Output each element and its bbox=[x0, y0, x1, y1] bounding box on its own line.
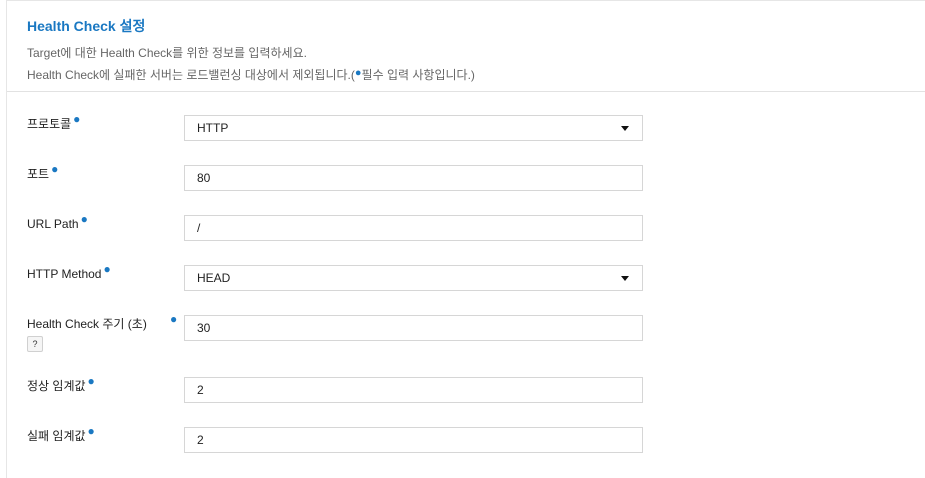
healthy-threshold-input[interactable]: 2 bbox=[184, 377, 643, 403]
interval-label: Health Check 주기 (초) ? bbox=[27, 316, 182, 352]
healthy-threshold-label: 정상 임계값 ● bbox=[27, 374, 95, 393]
required-marker: ● bbox=[80, 212, 88, 226]
required-marker: ● bbox=[170, 312, 178, 326]
required-marker: ● bbox=[87, 374, 95, 388]
url-path-label: URL Path ● bbox=[27, 212, 88, 231]
required-marker: ● bbox=[73, 112, 81, 126]
section-header: Health Check 설정 Target에 대한 Health Check를… bbox=[7, 1, 925, 92]
protocol-label: 프로토콜 ● bbox=[27, 112, 81, 131]
port-label: 포트 ● bbox=[27, 162, 59, 181]
unhealthy-threshold-label: 실패 임계값 ● bbox=[27, 424, 95, 443]
protocol-select[interactable]: HTTP bbox=[184, 115, 643, 141]
required-dot-icon: ● bbox=[354, 67, 362, 79]
required-marker: ● bbox=[87, 424, 95, 438]
description-line-2-text: Health Check에 실패한 서버는 로드밸런싱 대상에서 제외됩니다.( bbox=[27, 68, 355, 82]
http-method-select[interactable]: HEAD bbox=[184, 265, 643, 291]
health-check-panel: Health Check 설정 Target에 대한 Health Check를… bbox=[6, 0, 925, 478]
url-path-input[interactable]: / bbox=[184, 215, 643, 241]
question-circle-icon[interactable]: ? bbox=[27, 336, 43, 352]
section-title: Health Check 설정 bbox=[27, 18, 146, 34]
unhealthy-threshold-input[interactable]: 2 bbox=[184, 427, 643, 453]
required-marker: ● bbox=[51, 162, 59, 176]
description-line-1: Target에 대한 Health Check를 위한 정보를 입력하세요. bbox=[27, 46, 307, 60]
interval-input[interactable]: 30 bbox=[184, 315, 643, 341]
port-input[interactable]: 80 bbox=[184, 165, 643, 191]
description-line-2-note: 필수 입력 사항입니다.) bbox=[361, 68, 475, 82]
description-line-2: Health Check에 실패한 서버는 로드밸런싱 대상에서 제외됩니다.(… bbox=[27, 63, 925, 85]
required-marker: ● bbox=[103, 262, 111, 276]
http-method-label: HTTP Method ● bbox=[27, 262, 111, 281]
